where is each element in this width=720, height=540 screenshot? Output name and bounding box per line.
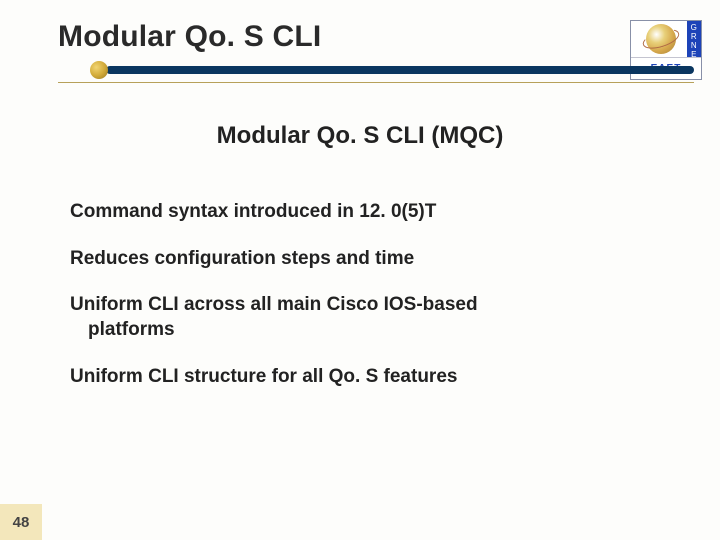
bullet-line-cont: platforms	[70, 318, 650, 343]
slide-subheading: Modular Qo. S CLI (MQC)	[0, 122, 720, 150]
accent-dot-icon	[90, 61, 108, 79]
bullet-item: Uniform CLI across all main Cisco IOS-ba…	[70, 293, 650, 342]
logo-top: GRNET	[631, 21, 701, 57]
slide: Modular Qo. S CLI GRNET ΕΔΕΤ Modular Qo.…	[0, 0, 720, 540]
logo-side-text: GRNET	[687, 21, 701, 57]
bullet-item: Uniform CLI structure for all Qo. S feat…	[70, 365, 650, 390]
page-number: 48	[0, 504, 42, 540]
thin-rule	[58, 82, 694, 83]
title-row: Modular Qo. S CLI GRNET ΕΔΕΤ	[58, 20, 702, 90]
body-content: Command syntax introduced in 12. 0(5)T R…	[70, 200, 650, 411]
bullet-line: Uniform CLI across all main Cisco IOS-ba…	[70, 294, 478, 315]
thick-rule	[106, 66, 694, 74]
title-underline	[58, 66, 694, 74]
slide-title: Modular Qo. S CLI	[58, 20, 321, 54]
globe-icon	[646, 24, 676, 54]
bullet-item: Command syntax introduced in 12. 0(5)T	[70, 200, 650, 225]
orbit-ring-icon	[640, 26, 681, 53]
bullet-item: Reduces configuration steps and time	[70, 247, 650, 272]
